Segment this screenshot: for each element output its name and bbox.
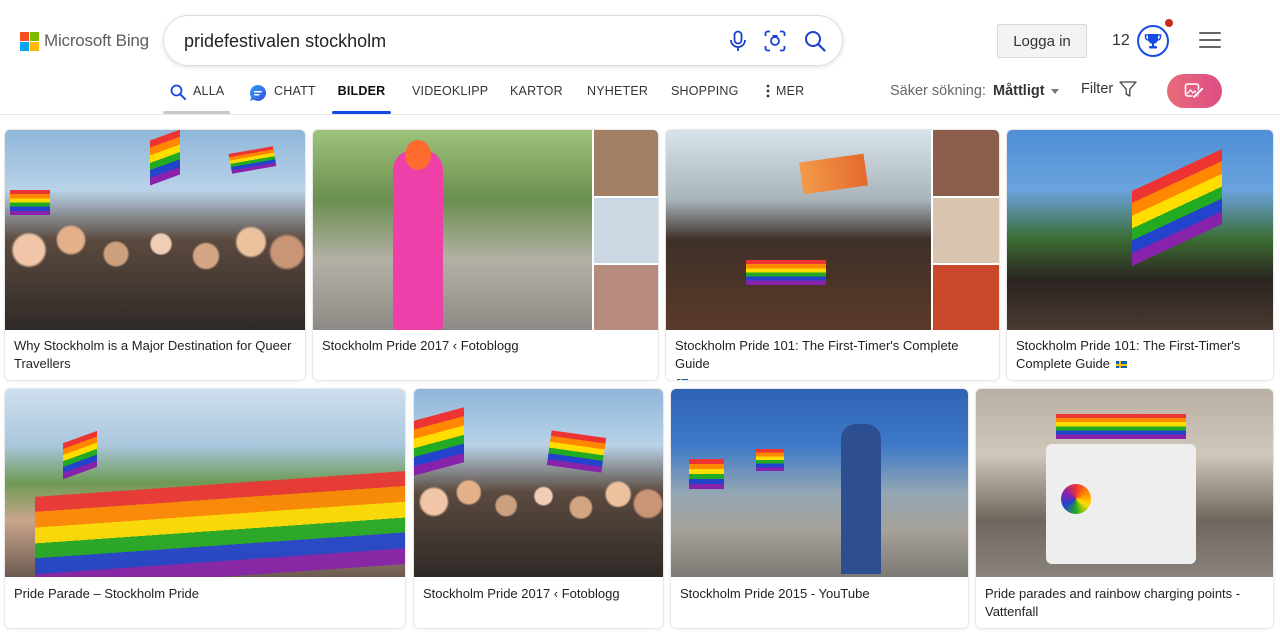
pride-flag bbox=[150, 130, 180, 186]
pride-flag bbox=[689, 459, 724, 489]
pride-flag bbox=[1132, 149, 1222, 266]
result-caption-text: Stockholm Pride 101: The First-Timer's C… bbox=[675, 338, 959, 371]
search-box[interactable] bbox=[163, 15, 843, 66]
result-caption[interactable]: Why Stockholm is a Major Destination for… bbox=[14, 337, 296, 373]
pride-flag bbox=[546, 430, 607, 473]
result-caption[interactable]: Stockholm Pride 2017 ‹ Fotoblogg bbox=[322, 337, 649, 355]
safe-search-dropdown[interactable]: Måttligt bbox=[993, 83, 1059, 99]
login-button[interactable]: Logga in bbox=[997, 24, 1087, 58]
tab-kartor[interactable]: KARTOR bbox=[510, 76, 563, 114]
rainbow-banner bbox=[35, 471, 405, 577]
safe-search-label: Säker sökning: bbox=[890, 83, 986, 99]
image-result-card[interactable]: Stockholm Pride 2017 ‹ Fotoblogg bbox=[313, 130, 658, 380]
tab-nyheter[interactable]: NYHETER bbox=[587, 76, 648, 114]
tab-label: CHATT bbox=[274, 84, 316, 98]
flag bbox=[799, 153, 868, 195]
tab-label: ALLA bbox=[193, 84, 225, 98]
result-thumbnail[interactable] bbox=[1007, 130, 1273, 330]
edit-image-icon bbox=[1184, 83, 1205, 100]
pink-costume-figure bbox=[393, 150, 443, 330]
hamburger-menu-icon[interactable] bbox=[1199, 32, 1221, 50]
tab-videoklipp[interactable]: VIDEOKLIPP bbox=[412, 76, 488, 114]
tab-label: KARTOR bbox=[510, 84, 563, 98]
pride-flag bbox=[228, 146, 277, 174]
tab-label: VIDEOKLIPP bbox=[412, 84, 489, 98]
collage-thumb bbox=[931, 130, 999, 196]
result-thumbnail[interactable] bbox=[5, 389, 405, 577]
result-caption[interactable]: Stockholm Pride 101: The First-Timer's C… bbox=[1016, 337, 1264, 373]
image-creator-button[interactable] bbox=[1167, 74, 1222, 108]
chat-icon bbox=[249, 84, 267, 102]
tab-label: SHOPPING bbox=[671, 84, 739, 98]
result-thumbnail[interactable] bbox=[976, 389, 1273, 577]
pride-flag bbox=[10, 190, 50, 215]
result-thumbnail[interactable] bbox=[5, 130, 305, 330]
tab-bilder[interactable]: BILDER bbox=[332, 76, 391, 114]
safe-search-value: Måttligt bbox=[993, 83, 1045, 99]
pride-flag bbox=[756, 449, 784, 471]
brand-name: Microsoft Bing bbox=[44, 31, 149, 50]
image-result-card[interactable]: Stockholm Pride 101: The First-Timer's C… bbox=[1007, 130, 1273, 380]
image-result-card[interactable]: Pride Parade – Stockholm Pride bbox=[5, 389, 405, 628]
search-icon[interactable] bbox=[803, 29, 827, 53]
tab-label: MER bbox=[776, 84, 805, 98]
pride-flag bbox=[63, 430, 97, 480]
pride-flag bbox=[414, 407, 464, 476]
tab-chatt[interactable]: CHATT bbox=[249, 76, 316, 114]
rainbow-canopy bbox=[1056, 414, 1186, 439]
collage-thumb bbox=[592, 130, 658, 196]
rewards-points[interactable]: 12 bbox=[1112, 32, 1130, 50]
more-vertical-icon bbox=[766, 84, 770, 98]
tab-mer[interactable]: MER bbox=[766, 76, 804, 114]
notification-dot bbox=[1165, 19, 1173, 27]
collage-thumb bbox=[592, 263, 658, 330]
collage-thumb bbox=[931, 263, 999, 330]
result-caption[interactable]: Stockholm Pride 101: The First-Timer's C… bbox=[675, 337, 990, 380]
result-thumbnail[interactable] bbox=[666, 130, 999, 330]
filter-label: Filter bbox=[1081, 81, 1114, 97]
swedish-flag-icon bbox=[1115, 361, 1127, 368]
image-result-card[interactable]: Stockholm Pride 2017 ‹ Fotoblogg bbox=[414, 389, 663, 628]
filter-button[interactable]: Filter bbox=[1081, 81, 1137, 97]
image-result-card[interactable]: Pride parades and rainbow charging point… bbox=[976, 389, 1273, 628]
result-caption-text: Stockholm Pride 101: The First-Timer's C… bbox=[1016, 338, 1241, 371]
filter-icon bbox=[1119, 81, 1137, 97]
microsoft-logo-icon bbox=[20, 31, 39, 51]
result-thumbnail[interactable] bbox=[313, 130, 658, 330]
header: Microsoft Bing Logga in 12 ALLA CHATT BI… bbox=[0, 0, 1280, 115]
collage-thumb bbox=[592, 196, 658, 263]
trophy-icon[interactable] bbox=[1137, 25, 1169, 57]
result-caption[interactable]: Pride parades and rainbow charging point… bbox=[985, 585, 1264, 621]
tab-label: BILDER bbox=[337, 84, 386, 98]
visual-search-icon[interactable] bbox=[763, 29, 787, 53]
person-figure bbox=[841, 424, 881, 574]
tab-active-underline bbox=[332, 111, 391, 114]
chevron-down-icon bbox=[1050, 88, 1059, 94]
tab-alla[interactable]: ALLA bbox=[163, 76, 230, 114]
tab-shopping[interactable]: SHOPPING bbox=[671, 76, 739, 114]
tab-label: NYHETER bbox=[587, 84, 649, 98]
swedish-flag-icon bbox=[677, 379, 688, 380]
tab-hover-underline bbox=[163, 111, 230, 114]
image-result-card[interactable]: Stockholm Pride 101: The First-Timer's C… bbox=[666, 130, 999, 380]
orange-hair bbox=[405, 140, 431, 170]
pride-banner bbox=[746, 260, 826, 285]
result-thumbnail[interactable] bbox=[414, 389, 663, 577]
search-icon bbox=[170, 84, 186, 100]
search-input[interactable] bbox=[184, 29, 704, 53]
result-caption[interactable]: Stockholm Pride 2017 ‹ Fotoblogg bbox=[423, 585, 654, 603]
result-caption[interactable]: Stockholm Pride 2015 - YouTube bbox=[680, 585, 959, 603]
collage-thumb bbox=[931, 196, 999, 263]
microphone-icon[interactable] bbox=[726, 29, 750, 53]
bing-logo[interactable]: Microsoft Bing bbox=[20, 31, 149, 51]
result-caption[interactable]: Pride Parade – Stockholm Pride bbox=[14, 585, 396, 603]
rainbow-logo-icon bbox=[1061, 484, 1091, 514]
image-result-card[interactable]: Why Stockholm is a Major Destination for… bbox=[5, 130, 305, 380]
image-result-card[interactable]: Stockholm Pride 2015 - YouTube bbox=[671, 389, 968, 628]
result-thumbnail[interactable] bbox=[671, 389, 968, 577]
